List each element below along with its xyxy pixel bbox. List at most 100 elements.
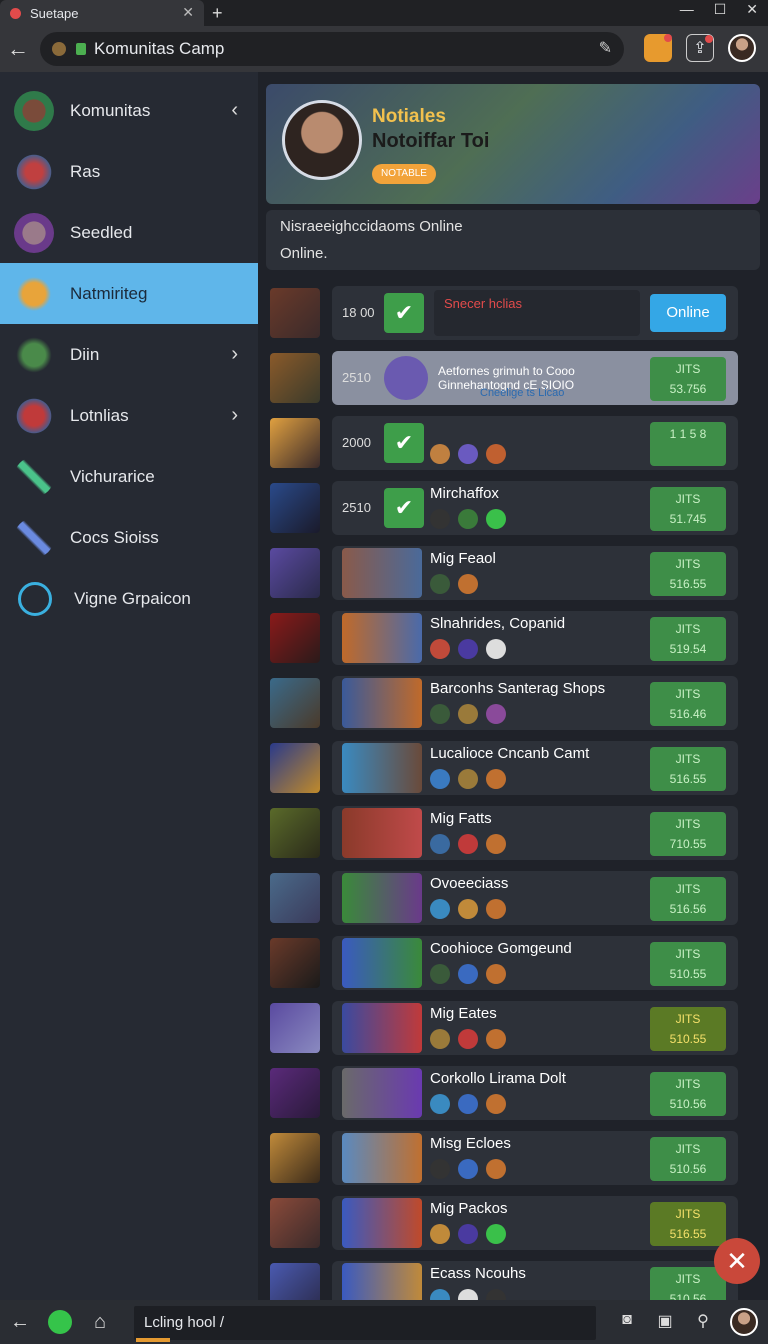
list-item[interactable]: Barconhs Santerag Shops JITS 516.46 [266,670,760,735]
sidebar-item-natmiriteg[interactable]: Natmiriteg [0,263,258,324]
row-thumbnail [270,677,320,728]
edit-icon[interactable]: ✎ [599,38,612,58]
score-label: JITS [675,751,701,766]
home-icon[interactable]: ⌂ [80,1311,120,1334]
list-item[interactable]: Mig Eates JITS 510.55 [266,995,760,1060]
row-card[interactable]: Ovoeeciass JITS 516.56 [332,870,738,925]
list-item[interactable]: Slnahrides, Copanid JITS 519.54 [266,605,760,670]
sidebar-item-seedled[interactable]: Seedled [0,202,258,263]
row-card[interactable]: Mig Packos JITS 516.55 [332,1195,738,1250]
sidebar-item-lotnlias[interactable]: Lotnlias › [0,385,258,446]
site-icon [52,42,66,56]
score-value: 516.46 [669,706,707,721]
row-pills [430,638,506,659]
demon-icon [14,395,54,436]
row-card[interactable]: Mig Eates JITS 510.55 [332,1000,738,1055]
banner-button[interactable]: NOTABLE [372,164,436,184]
score-badge: JITS 510.56 [650,1136,726,1181]
game-list: 18 00 ✔ Snecer hclias Online 2510 Aetfor… [266,280,760,1320]
sidebar: Komunitas ‹ Ras Seedled Natmiriteg Diin … [0,72,258,1300]
check-icon[interactable]: ✔ [384,422,424,463]
list-item[interactable]: 2510 ✔ Mirchaffox JITS 51.745 [266,475,760,540]
profile-avatar-bottom[interactable] [730,1308,758,1336]
row-title: Lucalioce Cncanb Camt [430,744,590,762]
sidebar-item-diin[interactable]: Diin › [0,324,258,385]
row-card[interactable]: 2000 ✔ 1 1 5 8 [332,415,738,470]
row-card[interactable]: Misg Ecloes JITS 510.56 [332,1130,738,1185]
sidebar-item-komunitas[interactable]: Komunitas ‹ [0,80,258,141]
list-item[interactable]: Mig Fatts JITS 710.55 [266,800,760,865]
row-title: Mig Feaol [430,549,496,567]
row-card[interactable]: 2510 ✔ Mirchaffox JITS 51.745 [332,480,738,535]
sidebar-item-cocs-sioiss[interactable]: Cocs Sioiss [0,507,258,568]
chevron-right-icon[interactable]: › [231,404,238,427]
sidebar-item-vichurarice[interactable]: Vichurarice [0,446,258,507]
close-window-icon[interactable]: ✕ [746,1,758,18]
row-thumbnail [270,612,320,663]
maximize-icon[interactable]: ☐ [714,1,727,18]
row-pills [430,963,506,984]
list-item[interactable]: Mig Feaol JITS 516.55 [266,540,760,605]
close-tab-icon[interactable]: ✕ [182,4,194,21]
back-icon[interactable]: ← [0,36,36,62]
list-item[interactable]: Ovoeeciass JITS 516.56 [266,865,760,930]
list-item[interactable]: Misg Ecloes JITS 510.56 [266,1125,760,1190]
back-nav-icon[interactable]: ← [0,1311,40,1334]
row-card[interactable]: Barconhs Santerag Shops JITS 516.46 [332,675,738,730]
chevron-right-icon[interactable]: › [231,343,238,366]
bottom-bar: ← ⌂ Lcling hool / ◙ ▣ ⚲ [0,1300,768,1344]
list-item[interactable]: 2000 ✔ 1 1 5 8 [266,410,760,475]
window-controls: — ☐ ✕ [680,1,758,18]
row-card[interactable]: Coohioce Gomgeund JITS 510.55 [332,935,738,990]
list-item[interactable]: Mig Packos JITS 516.55 [266,1190,760,1255]
score-value: 510.56 [669,1161,707,1176]
camera-icon[interactable]: ◙ [616,1311,638,1333]
bottom-input[interactable]: Lcling hool / [134,1306,596,1340]
row-title: Mig Eates [430,1004,497,1022]
list-item[interactable]: Corkollo Lirama Dolt JITS 510.56 [266,1060,760,1125]
row-title: Misg Ecloes [430,1134,511,1152]
list-item[interactable]: Lucalioce Cncanb Camt JITS 516.55 [266,735,760,800]
list-item[interactable]: 2510 Aetfornes grimuh to Cooo Ginnehanto… [266,345,760,410]
profile-avatar[interactable] [728,34,756,62]
row-image [342,547,422,598]
row-card[interactable]: Mig Fatts JITS 710.55 [332,805,738,860]
online-button[interactable]: Online [650,293,726,332]
row-card[interactable]: Lucalioce Cncanb Camt JITS 516.55 [332,740,738,795]
browser-tab[interactable]: Suetape ✕ [0,0,204,26]
score-badge: JITS 516.46 [650,681,726,726]
row-card[interactable]: Corkollo Lirama Dolt JITS 510.56 [332,1065,738,1120]
check-icon[interactable]: ✔ [384,292,424,333]
row-card[interactable]: Mig Feaol JITS 516.55 [332,545,738,600]
row-card[interactable]: Slnahrides, Copanid JITS 519.54 [332,610,738,665]
sword-icon [14,456,54,497]
new-tab-icon[interactable]: + [212,3,223,24]
row-image [342,677,422,728]
row-thumbnail [270,1002,320,1053]
url-field[interactable]: Komunitas Camp ✎ [40,32,624,66]
close-fab-button[interactable]: ✕ [714,1238,760,1284]
list-item[interactable]: 18 00 ✔ Snecer hclias Online [266,280,760,345]
row-title: Mirchaffox [430,484,499,502]
sidebar-item-vigne-grpaicon[interactable]: Vigne Grpaicon [0,568,258,629]
gallery-icon[interactable]: ▣ [654,1311,676,1333]
row-thumbnail [270,1197,320,1248]
score-value: 510.55 [669,1031,707,1046]
row-card[interactable]: 2510 Aetfornes grimuh to Cooo Ginnehanto… [332,350,738,405]
share-icon[interactable]: ⇪ [686,34,714,62]
score-badge: JITS 510.56 [650,1071,726,1116]
sidebar-item-ras[interactable]: Ras [0,141,258,202]
minimize-icon[interactable]: — [680,1,694,18]
chevron-left-icon[interactable]: ‹ [231,99,238,122]
row-number: 2510 [342,500,371,515]
row-card[interactable]: 18 00 ✔ Snecer hclias Online [332,285,738,340]
info-line-2: Online. [280,245,328,262]
row-number: 18 00 [342,305,375,320]
list-item[interactable]: Coohioce Gomgeund JITS 510.55 [266,930,760,995]
extension-icon[interactable] [644,34,672,62]
row-thumbnail [270,872,320,923]
check-icon[interactable]: ✔ [384,487,424,528]
refresh-icon[interactable] [48,1310,72,1334]
user-icon[interactable]: ⚲ [692,1311,714,1333]
row-thumbnail [270,482,320,533]
